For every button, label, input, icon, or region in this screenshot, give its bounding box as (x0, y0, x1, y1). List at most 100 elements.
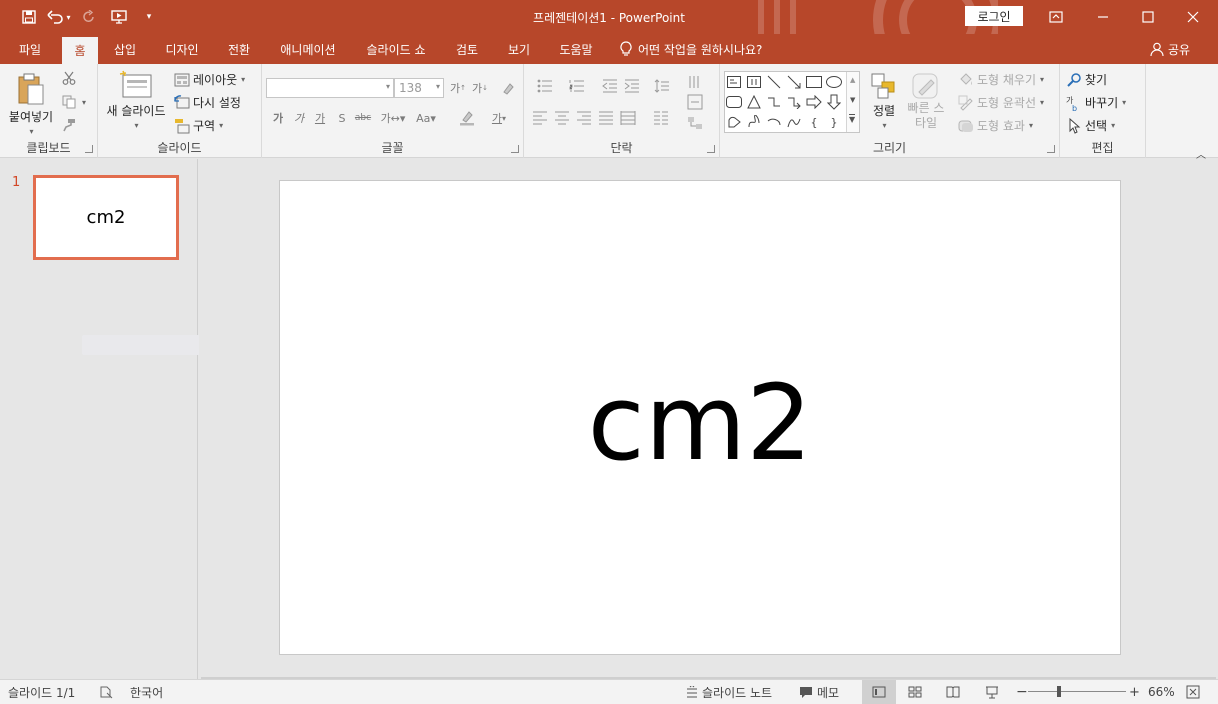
clipboard-launcher[interactable] (85, 145, 93, 153)
zoom-in-button[interactable]: + (1129, 680, 1140, 704)
comments-button[interactable]: 메모 (799, 680, 839, 704)
change-case-icon[interactable]: Aa▾ (412, 110, 440, 126)
align-right-icon[interactable] (576, 110, 592, 126)
paste-button[interactable]: 붙여넣기 ▾ (6, 72, 56, 136)
vertical-textbox-shape-icon[interactable] (746, 74, 762, 90)
share-button[interactable]: 공유 (1150, 34, 1190, 64)
decrease-indent-icon[interactable] (602, 78, 618, 94)
fit-slide-icon[interactable] (1186, 680, 1200, 704)
font-name-combo[interactable]: ▾ (266, 78, 394, 98)
scribble-shape-icon[interactable] (746, 114, 762, 130)
freeform-shape-icon[interactable] (726, 114, 742, 130)
tab-insert[interactable]: 삽입 (104, 34, 146, 64)
align-left-icon[interactable] (532, 110, 548, 126)
tab-review[interactable]: 검토 (446, 34, 488, 64)
grow-font-icon[interactable]: 가 ↑ (450, 80, 466, 96)
new-slide-button[interactable]: 새 슬라이드 ▾ (104, 70, 168, 130)
tab-transitions[interactable]: 전환 (218, 34, 260, 64)
zoom-level[interactable]: 66% (1148, 680, 1175, 704)
tab-slideshow[interactable]: 슬라이드 쇼 (356, 34, 436, 64)
shapes-gallery-scroll[interactable]: ▲ ▼ ▼ (846, 72, 859, 132)
text-direction-icon[interactable] (682, 74, 708, 90)
replace-button[interactable]: 가b 바꾸기 ▾ (1066, 94, 1126, 111)
tab-animations[interactable]: 애니메이션 (270, 34, 346, 64)
arrange-button[interactable]: 정렬 ▾ (866, 72, 902, 130)
minimize-icon[interactable] (1080, 0, 1126, 34)
underline-icon[interactable]: 가 (312, 110, 328, 126)
maximize-icon[interactable] (1125, 0, 1171, 34)
shapes-gallery[interactable]: { } ▲ ▼ ▼ (724, 71, 860, 133)
notes-button[interactable]: 슬라이드 노트 (686, 680, 772, 704)
cut-icon[interactable] (61, 70, 77, 86)
quick-styles-button[interactable]: 빠른 스타일 (906, 72, 946, 131)
language-indicator[interactable]: 한국어 (130, 680, 163, 704)
layout-button[interactable]: 레이아웃 ▾ (174, 71, 245, 88)
format-painter-icon[interactable] (61, 117, 77, 133)
tell-me-search[interactable]: 어떤 작업을 원하시나요? (620, 34, 762, 64)
smartart-icon[interactable] (682, 116, 708, 132)
distributed-icon[interactable] (620, 110, 636, 126)
find-button[interactable]: 찾기 (1066, 71, 1107, 88)
shape-fill-button[interactable]: 도형 채우기 ▾ (958, 71, 1044, 88)
font-color-icon[interactable]: 가 ▾ (486, 110, 512, 126)
justify-icon[interactable] (598, 110, 614, 126)
section-button[interactable]: 구역 ▾ (174, 117, 223, 134)
oval-shape-icon[interactable] (826, 74, 842, 90)
zoom-out-button[interactable]: − (1016, 680, 1028, 704)
elbow-connector-shape-icon[interactable] (766, 94, 782, 110)
rounded-rectangle-shape-icon[interactable] (726, 94, 742, 110)
italic-icon[interactable]: 가 (291, 110, 307, 126)
reset-button[interactable]: 다시 설정 (174, 94, 241, 111)
normal-view-icon[interactable] (862, 680, 896, 704)
text-shadow-icon[interactable]: S (334, 110, 350, 126)
highlight-color-icon[interactable] (454, 110, 480, 126)
left-brace-shape-icon[interactable]: { (806, 114, 822, 130)
tab-help[interactable]: 도움말 (550, 34, 602, 64)
copy-icon[interactable] (61, 94, 77, 110)
bold-icon[interactable]: 가 (270, 110, 286, 126)
curve-shape-icon[interactable] (786, 114, 802, 130)
drawing-launcher[interactable] (1047, 145, 1055, 153)
zoom-slider-thumb[interactable] (1057, 686, 1061, 697)
tab-view[interactable]: 보기 (498, 34, 540, 64)
shape-outline-button[interactable]: 도형 윤곽선 ▾ (958, 94, 1044, 111)
line-shape-icon[interactable] (766, 74, 782, 90)
columns-icon[interactable] (648, 110, 674, 126)
slide-thumbnail[interactable]: cm2 (33, 175, 179, 260)
arrow-line-shape-icon[interactable] (786, 74, 802, 90)
paragraph-launcher[interactable] (707, 145, 715, 153)
font-size-combo[interactable]: 138 ▾ (394, 78, 444, 98)
login-button[interactable]: 로그인 (965, 6, 1023, 26)
arc-shape-icon[interactable] (766, 114, 782, 130)
strikethrough-icon[interactable]: abc (355, 110, 371, 126)
reading-view-icon[interactable] (946, 680, 960, 704)
triangle-shape-icon[interactable] (746, 94, 762, 110)
align-text-icon[interactable] (682, 94, 708, 110)
slide-canvas[interactable]: cm2 (279, 180, 1121, 655)
tab-design[interactable]: 디자인 (156, 34, 208, 64)
slide-text[interactable]: cm2 (280, 371, 1120, 475)
shrink-font-icon[interactable]: 가 ↓ (472, 80, 488, 96)
ribbon-display-options-icon[interactable] (1033, 0, 1079, 34)
down-arrow-shape-icon[interactable] (826, 94, 842, 110)
zoom-slider-track[interactable] (1028, 691, 1126, 692)
slide-sorter-icon[interactable] (908, 680, 922, 704)
close-icon[interactable] (1170, 0, 1216, 34)
accessibility-check-icon[interactable] (99, 680, 113, 704)
select-button[interactable]: 선택 ▾ (1066, 117, 1115, 134)
right-arrow-shape-icon[interactable] (806, 94, 822, 110)
line-spacing-icon[interactable] (648, 78, 676, 94)
textbox-shape-icon[interactable] (726, 74, 742, 90)
copy-dropdown-arrow[interactable]: ▾ (82, 98, 86, 107)
slideshow-view-icon[interactable] (985, 680, 999, 704)
bullets-icon[interactable] (532, 78, 558, 94)
shape-effects-button[interactable]: 도형 효과 ▾ (958, 117, 1033, 134)
character-spacing-icon[interactable]: 가↔▾ (379, 110, 407, 126)
clear-formatting-icon[interactable] (500, 80, 516, 96)
tab-home[interactable]: 홈 (62, 37, 98, 64)
tab-file[interactable]: 파일 (8, 34, 52, 64)
rectangle-shape-icon[interactable] (806, 74, 822, 90)
numbering-icon[interactable] (564, 78, 590, 94)
elbow-arrow-shape-icon[interactable] (786, 94, 802, 110)
align-center-icon[interactable] (554, 110, 570, 126)
